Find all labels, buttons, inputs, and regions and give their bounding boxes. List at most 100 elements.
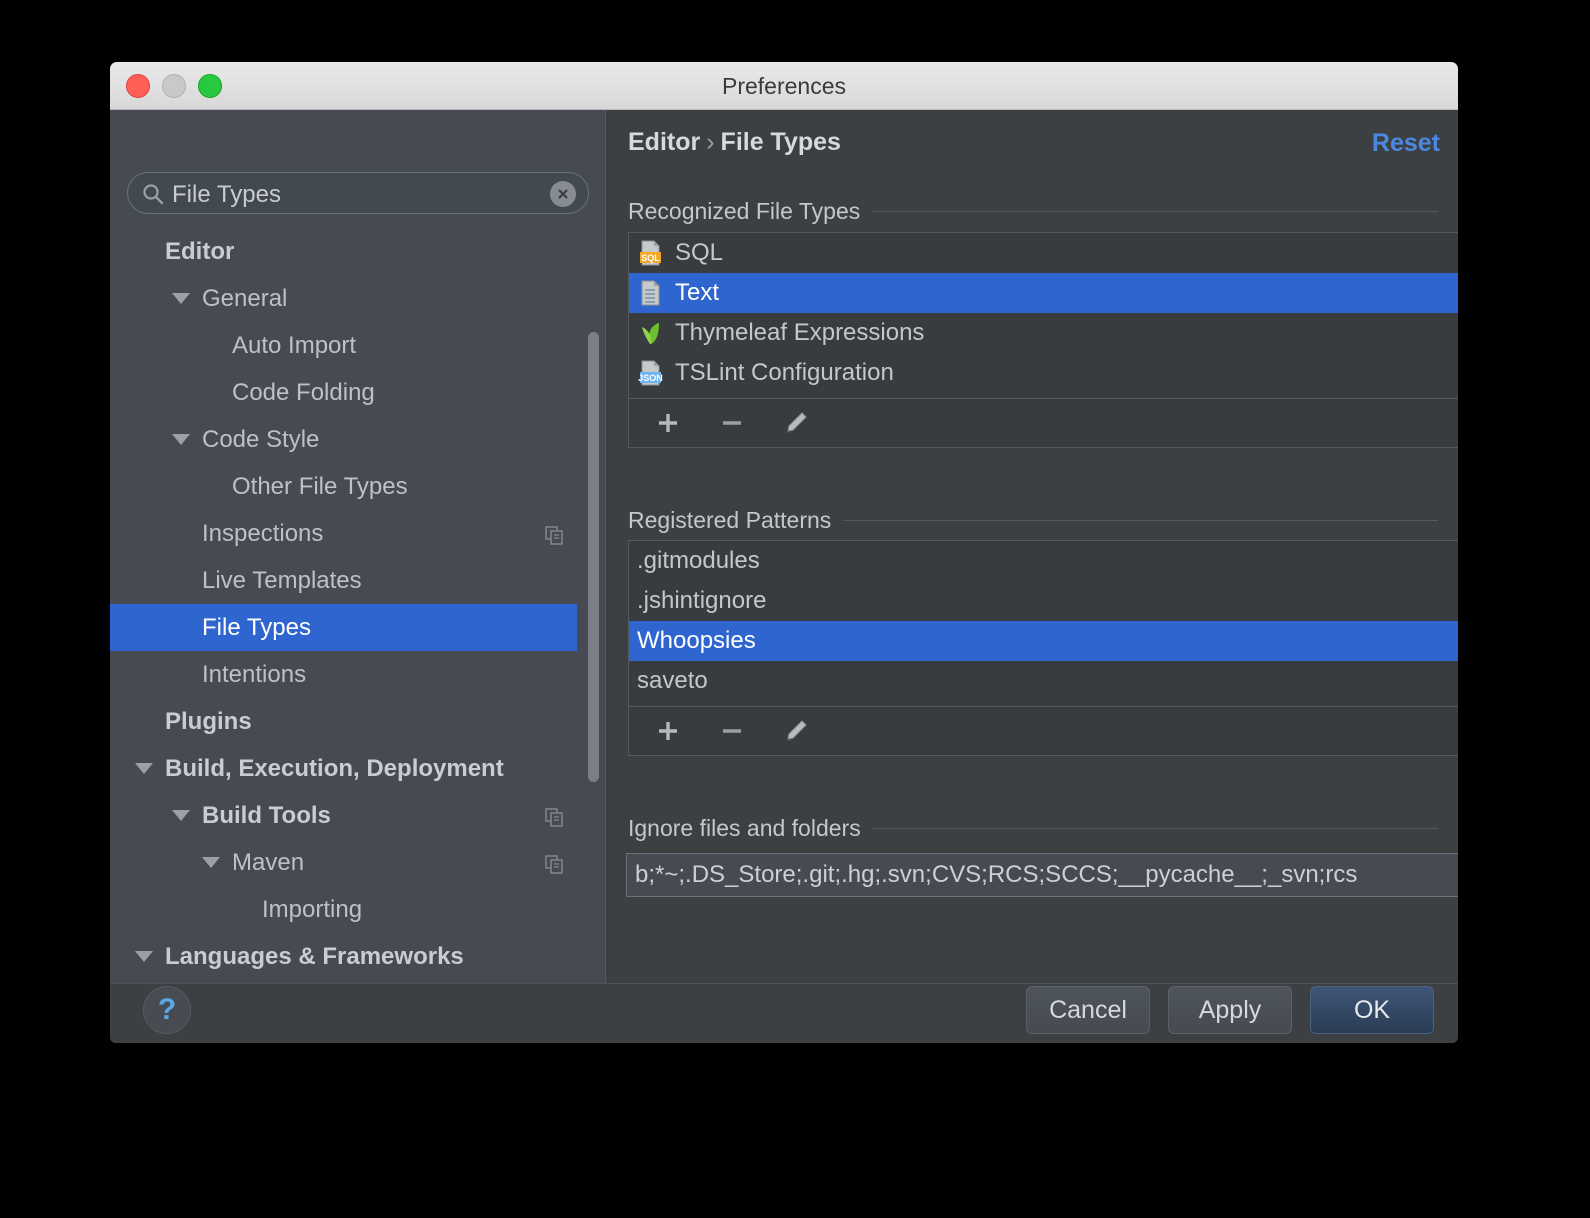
sidebar-item-label: Editor [165, 237, 235, 265]
edit-pattern-button[interactable] [779, 714, 813, 748]
chevron-down-icon[interactable] [172, 810, 190, 821]
svg-text:SQL: SQL [641, 253, 660, 263]
sidebar-item-label: Intentions [202, 660, 307, 688]
chevron-down-icon[interactable] [135, 951, 153, 962]
sidebar-item-code-style[interactable]: Code Style [110, 416, 590, 463]
search-input-value: File Types [172, 181, 281, 208]
sidebar-item-label: Build, Execution, Deployment [165, 754, 504, 782]
registered-patterns-toolbar [629, 706, 1458, 755]
file-type-row[interactable]: JSON TSLint Configuration [629, 353, 1458, 393]
sidebar-item-label: General [202, 284, 288, 312]
dialog-footer: ? Cancel Apply OK [110, 983, 1458, 1043]
sidebar-item-label: Code Folding [232, 378, 375, 406]
ignore-files-input[interactable]: b;*~;.DS_Store;.git;.hg;.svn;CVS;RCS;SCC… [626, 853, 1458, 897]
file-type-label: SQL [675, 239, 724, 266]
pattern-row[interactable]: Whoopsies [629, 621, 1458, 661]
breadcrumb-leaf: File Types [720, 128, 841, 156]
sidebar-item-auto-import[interactable]: Auto Import [110, 322, 590, 369]
breadcrumb-root[interactable]: Editor [628, 128, 700, 156]
chevron-down-icon[interactable] [172, 293, 190, 304]
file-types-panel: Editor › File Types Reset Recognized File … [606, 110, 1458, 983]
section-rule [843, 520, 1438, 521]
section-rule [872, 211, 1438, 212]
sidebar-item-label: Languages & Frameworks [165, 942, 464, 970]
file-type-label: Thymeleaf Expressions [675, 319, 925, 346]
search-icon [142, 183, 164, 205]
reset-link[interactable]: Reset [1372, 129, 1440, 158]
sidebar-item-languages-frameworks[interactable]: Languages & Frameworks [110, 933, 590, 980]
sidebar-item-label: Live Templates [202, 566, 362, 594]
help-button[interactable]: ? [143, 986, 191, 1034]
recognized-file-types-label: Recognized File Types [628, 198, 861, 224]
sidebar-item-label: Build Tools [202, 801, 331, 829]
json-file-icon: JSON [637, 358, 665, 388]
sidebar-item-inspections[interactable]: Inspections [110, 510, 590, 557]
dialog-buttons: Cancel Apply OK [1026, 986, 1434, 1034]
copy-settings-icon[interactable] [545, 524, 564, 545]
file-type-label: Text [675, 279, 720, 306]
section-rule [872, 828, 1438, 829]
sidebar-item-label: Importing [262, 895, 363, 923]
chevron-down-icon[interactable] [135, 763, 153, 774]
apply-button[interactable]: Apply [1168, 986, 1292, 1034]
file-type-label: TSLint Configuration [675, 359, 894, 386]
ok-button[interactable]: OK [1310, 986, 1434, 1034]
sidebar-item-other-file-types[interactable]: Other File Types [110, 463, 590, 510]
file-type-row[interactable]: Thymeleaf Expressions [629, 313, 1458, 353]
window-title: Preferences [721, 73, 846, 99]
sidebar-item-label: Plugins [165, 707, 252, 735]
sidebar-item-editor[interactable]: Editor [110, 228, 590, 275]
text-file-icon [637, 278, 665, 308]
remove-file-type-button[interactable] [715, 406, 749, 440]
pattern-label: Whoopsies [637, 627, 756, 654]
ignore-files-label: Ignore files and folders [628, 815, 861, 841]
registered-patterns-listbox[interactable]: .gitmodules .jshintignore Whoopsies saveto [628, 540, 1458, 756]
search-input[interactable]: File Types [127, 172, 589, 214]
sql-file-icon: SQL [637, 238, 665, 268]
sidebar-scrollbar[interactable] [588, 222, 599, 912]
sidebar-item-intentions[interactable]: Intentions [110, 651, 590, 698]
edit-file-type-button[interactable] [779, 406, 813, 440]
sidebar-item-live-templates[interactable]: Live Templates [110, 557, 590, 604]
recognized-file-types-list[interactable]: SQL SQL Text Thymeleaf Expressions JSON TSLin… [629, 233, 1458, 400]
sidebar-item-build-tools[interactable]: Build Tools [110, 792, 590, 839]
search-field-wrapper: File Types [127, 172, 589, 214]
pattern-label: saveto [637, 667, 708, 694]
sidebar-item-label: Auto Import [232, 331, 357, 359]
breadcrumb: Editor › File Types [628, 128, 841, 157]
sidebar-item-label: File Types [202, 613, 311, 641]
sidebar-item-file-types[interactable]: File Types [110, 604, 577, 651]
sidebar-item-code-folding[interactable]: Code Folding [110, 369, 590, 416]
sidebar-item-label: Other File Types [232, 472, 408, 500]
copy-settings-icon[interactable] [545, 806, 564, 827]
registered-patterns-list[interactable]: .gitmodules .jshintignore Whoopsies saveto [629, 541, 1458, 708]
sidebar-scrollbar-thumb[interactable] [588, 332, 599, 782]
ignore-files-header: Ignore files and folders [628, 815, 1438, 842]
recognized-file-types-listbox[interactable]: SQL SQL Text Thymeleaf Expressions JSON TSLin… [628, 232, 1458, 448]
add-file-type-button[interactable] [651, 406, 685, 440]
sidebar-item-plugins[interactable]: Plugins [110, 698, 590, 745]
preferences-window: Preferences File Types Editor General Au… [110, 62, 1458, 1043]
settings-tree: Editor General Auto Import Code Folding Code… [110, 228, 590, 983]
pattern-row[interactable]: .jshintignore [629, 581, 1458, 621]
window-titlebar: Preferences [110, 62, 1458, 110]
file-type-row[interactable]: Text [629, 273, 1458, 313]
sidebar-item-build-execution-deployment[interactable]: Build, Execution, Deployment [110, 745, 590, 792]
file-type-row[interactable]: SQL SQL [629, 233, 1458, 273]
pattern-row[interactable]: .gitmodules [629, 541, 1458, 581]
sidebar-item-importing[interactable]: Importing [110, 886, 590, 933]
remove-pattern-button[interactable] [715, 714, 749, 748]
sidebar-item-general[interactable]: General [110, 275, 590, 322]
chevron-down-icon[interactable] [172, 434, 190, 445]
svg-text:JSON: JSON [638, 373, 663, 383]
chevron-down-icon[interactable] [202, 857, 220, 868]
pattern-row[interactable]: saveto [629, 661, 1458, 701]
clear-icon[interactable] [550, 181, 576, 207]
registered-patterns-header: Registered Patterns [628, 507, 1438, 534]
sidebar-item-maven[interactable]: Maven [110, 839, 590, 886]
pattern-label: .jshintignore [637, 587, 767, 614]
breadcrumb-separator-icon: › [706, 128, 715, 156]
add-pattern-button[interactable] [651, 714, 685, 748]
cancel-button[interactable]: Cancel [1026, 986, 1150, 1034]
copy-settings-icon[interactable] [545, 853, 564, 874]
